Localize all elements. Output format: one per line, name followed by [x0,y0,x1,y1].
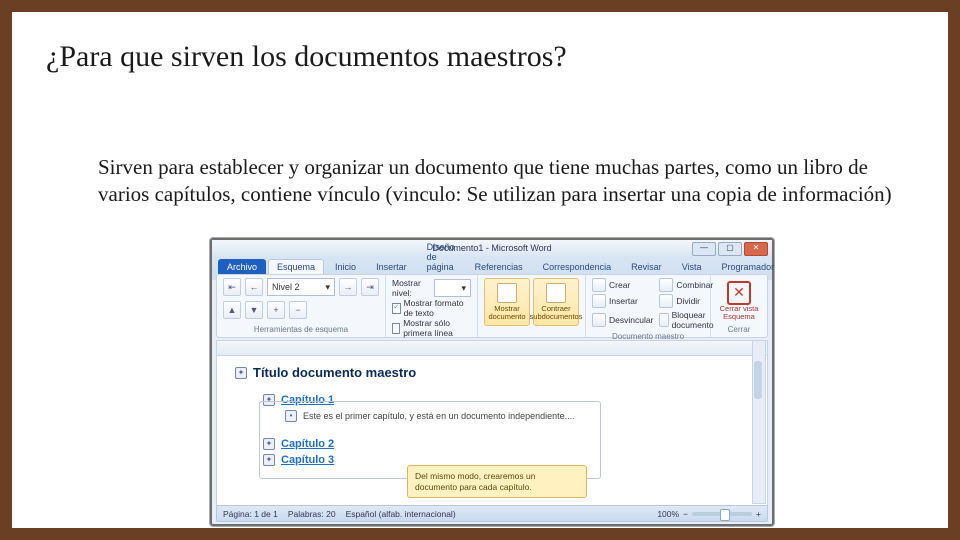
tab-insert[interactable]: Insertar [367,259,416,274]
status-page: Página: 1 de 1 [223,509,278,519]
show-level-select[interactable]: ▾ [434,279,471,297]
split-button[interactable]: Dividir [659,294,718,308]
demote-icon[interactable]: → [339,278,357,296]
vertical-scrollbar[interactable] [752,340,766,504]
collapse-subdocs-button[interactable]: Contraer subdocumentos [533,278,579,326]
level-value: Nivel 2 [272,279,300,295]
tab-view[interactable]: Vista [673,259,711,274]
group-tools-label: Herramientas de esquema [223,325,379,334]
tab-file[interactable]: Archivo [218,259,266,274]
slide-body: Sirven para establecer y organizar un do… [98,154,892,208]
zoom-controls: 100% − + [657,509,761,519]
create-button[interactable]: Crear [592,278,653,292]
tab-mail[interactable]: Correspondencia [534,259,621,274]
move-up-icon[interactable]: ▲ [223,301,241,319]
tab-references[interactable]: Referencias [466,259,532,274]
chk-text-format[interactable]: ✓Mostrar formato de texto [392,298,471,318]
document-icon [497,283,517,303]
lock-icon [659,313,668,327]
status-bar: Página: 1 de 1 Palabras: 20 Español (alf… [216,505,768,522]
move-down-icon[interactable]: ▼ [245,301,263,319]
promote-icon[interactable]: ← [245,278,263,296]
lock-button[interactable]: Bloquear documento [659,310,718,330]
tab-outline[interactable]: Esquema [268,259,324,274]
demote-body-icon[interactable]: ⇥ [361,278,379,296]
zoom-value: 100% [657,509,679,519]
show-document-button[interactable]: Mostrar documento [484,278,530,326]
create-icon [592,278,606,292]
document-area: ✦Título documento maestro ✦Capítulo 1 •E… [216,340,768,506]
expand-icon[interactable]: + [267,301,285,319]
word-screenshot: Documento1 - Microsoft Word — ▢ ✕ Archiv… [210,238,774,526]
ruler [217,341,767,356]
minimize-button[interactable]: — [692,242,716,256]
close-button[interactable]: ✕ [744,242,768,256]
zoom-out-icon[interactable]: − [683,509,688,519]
promote-top-icon[interactable]: ⇤ [223,278,241,296]
split-icon [659,294,673,308]
insert-button[interactable]: Insertar [592,294,653,308]
ribbon: ⇤ ← Nivel 2 ▾ → ⇥ ▲ ▼ + − Herramientas de… [216,274,768,338]
window-title: Documento1 - Microsoft Word [212,240,772,256]
close-icon: ✕ [727,281,751,305]
insert-icon [592,294,606,308]
tab-home[interactable]: Inicio [326,259,365,274]
status-lang: Español (alfab. internacional) [346,509,456,519]
chk-first-line[interactable]: Mostrar sólo primera línea [392,318,471,338]
page-content: ✦Título documento maestro ✦Capítulo 1 •E… [235,361,737,499]
checkbox-icon: ✓ [392,303,401,314]
status-words: Palabras: 20 [288,509,336,519]
close-outline-button[interactable]: ✕Cerrar vista Esquema [717,278,761,323]
callout-box: Del mismo modo, crearemos un documento p… [407,465,587,498]
subdoc-icon [546,283,566,303]
merge-button[interactable]: Combinar [659,278,718,292]
ribbon-tabs: Archivo Esquema Inicio Insertar Diseño d… [218,256,766,274]
dropdown-icon: ▾ [325,279,330,295]
tab-review[interactable]: Revisar [622,259,671,274]
collapse-icon[interactable]: − [289,301,307,319]
level-select[interactable]: Nivel 2 ▾ [267,278,335,296]
tab-dev[interactable]: Programador [713,259,784,274]
group-close-label: Cerrar [717,325,761,334]
doc-title: Título documento maestro [253,365,416,380]
unlink-button[interactable]: Desvincular [592,310,653,330]
unlink-icon [592,313,606,327]
merge-icon [659,278,673,292]
slide-title: ¿Para que sirven los documentos maestros… [46,40,567,74]
outline-bullet-icon: ✦ [235,367,247,379]
checkbox-icon [392,323,400,334]
maximize-button[interactable]: ▢ [718,242,742,256]
show-level-label: Mostrar nivel: [392,278,431,298]
zoom-in-icon[interactable]: + [756,509,761,519]
slide-frame: ¿Para que sirven los documentos maestros… [0,0,960,540]
window-buttons: — ▢ ✕ [692,242,768,256]
zoom-slider[interactable] [692,512,752,516]
tab-layout[interactable]: Diseño de página [418,239,464,274]
